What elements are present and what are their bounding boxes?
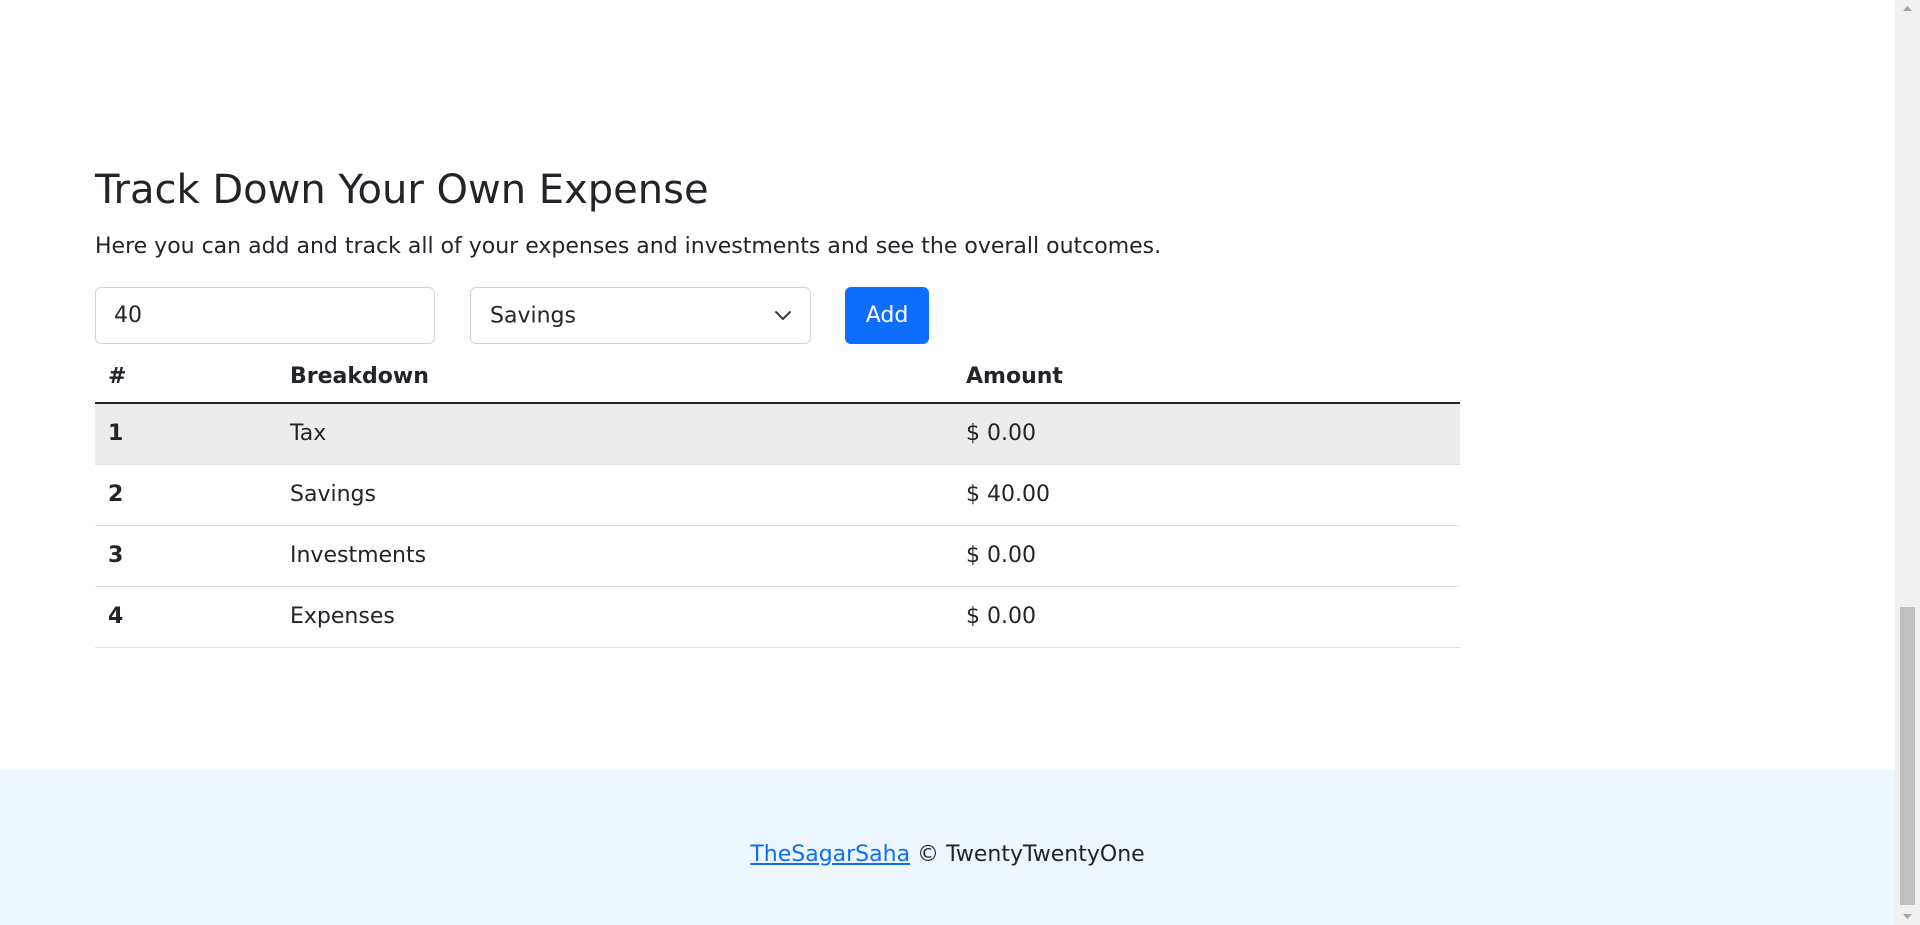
row-amount: $ 0.00 bbox=[953, 403, 1460, 465]
footer-author-link[interactable]: TheSagarSaha bbox=[750, 842, 910, 867]
scroll-up-arrow-icon[interactable] bbox=[1895, 0, 1920, 17]
page-description: Here you can add and track all of your e… bbox=[95, 234, 1162, 259]
footer-text: TheSagarSaha © TwentyTwentyOne bbox=[0, 842, 1895, 867]
table-row: 2 Savings $ 40.00 bbox=[95, 464, 1460, 526]
row-amount: $ 0.00 bbox=[953, 586, 1460, 648]
footer-copyright: © TwentyTwentyOne bbox=[910, 842, 1145, 867]
add-button[interactable]: Add bbox=[845, 287, 929, 344]
row-label: Savings bbox=[277, 464, 953, 526]
table-row: 3 Investments $ 0.00 bbox=[95, 525, 1460, 587]
chevron-down-icon bbox=[775, 310, 791, 320]
row-label: Investments bbox=[277, 525, 953, 587]
category-select-value: Savings bbox=[490, 303, 576, 328]
category-select[interactable]: Savings bbox=[470, 287, 811, 344]
expense-form: Savings Add bbox=[95, 287, 1460, 344]
column-header-amount: Amount bbox=[953, 351, 1460, 404]
table-row: 4 Expenses $ 0.00 bbox=[95, 586, 1460, 648]
breakdown-table: # Breakdown Amount 1 Tax $ 0.00 2 Saving… bbox=[95, 351, 1460, 648]
row-amount: $ 40.00 bbox=[953, 464, 1460, 526]
page-title: Track Down Your Own Expense bbox=[95, 167, 709, 213]
row-index: 3 bbox=[95, 525, 277, 587]
row-amount: $ 0.00 bbox=[953, 525, 1460, 587]
column-header-index: # bbox=[95, 351, 277, 404]
table-row: 1 Tax $ 0.00 bbox=[95, 403, 1460, 465]
page: Track Down Your Own Expense Here you can… bbox=[0, 0, 1895, 925]
row-index: 1 bbox=[95, 403, 277, 465]
vertical-scrollbar[interactable] bbox=[1895, 0, 1920, 925]
table-header-row: # Breakdown Amount bbox=[95, 351, 1460, 404]
row-label: Tax bbox=[277, 403, 953, 465]
row-index: 2 bbox=[95, 464, 277, 526]
scrollbar-thumb[interactable] bbox=[1900, 607, 1915, 905]
row-index: 4 bbox=[95, 586, 277, 648]
scroll-down-arrow-icon[interactable] bbox=[1895, 908, 1920, 925]
footer: TheSagarSaha © TwentyTwentyOne bbox=[0, 770, 1895, 925]
row-label: Expenses bbox=[277, 586, 953, 648]
amount-input[interactable] bbox=[95, 287, 435, 344]
column-header-breakdown: Breakdown bbox=[277, 351, 953, 404]
